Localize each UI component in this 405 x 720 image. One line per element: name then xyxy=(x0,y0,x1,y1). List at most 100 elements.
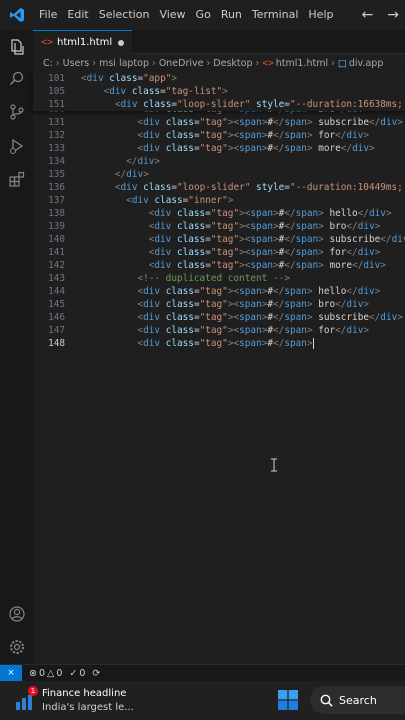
code-token: > xyxy=(397,117,403,128)
code-line[interactable]: 148 <div class="tag"><span>#</span> xyxy=(33,337,405,350)
code-token: span xyxy=(284,325,307,336)
chevron-right-icon: › xyxy=(206,57,211,69)
forward-arrow-icon[interactable]: → xyxy=(387,7,399,23)
code-token: class xyxy=(165,312,194,323)
sticky-code-line[interactable]: 151 <div class="loop-slider" style="--du… xyxy=(33,98,405,111)
run-debug-icon[interactable] xyxy=(0,131,33,161)
account-icon[interactable] xyxy=(0,599,33,629)
code-line[interactable]: 136 <div class="loop-slider" style="--du… xyxy=(33,181,405,194)
code-token: span xyxy=(239,299,262,310)
code-token: "tag" xyxy=(199,117,228,128)
code-token: span xyxy=(284,338,307,349)
news-widget[interactable]: 1 Finance headline India's largest le... xyxy=(14,685,154,717)
code-token: "tag" xyxy=(199,299,228,310)
problems-indicator[interactable]: ⊗ 0 △ 0 xyxy=(29,668,62,679)
code-token: class xyxy=(143,99,172,110)
ports-indicator[interactable]: ✓ 0 xyxy=(69,668,85,679)
code-token: </ xyxy=(335,325,347,336)
element-symbol-icon: □ xyxy=(337,57,347,69)
breadcrumb-desktop[interactable]: Desktop xyxy=(213,58,252,69)
unsaved-dot-icon[interactable] xyxy=(118,39,125,46)
code-line[interactable]: 134 </div> xyxy=(33,155,405,168)
code-line[interactable]: 131 <div class="tag"><span>#</span> subs… xyxy=(33,116,405,129)
menu-terminal[interactable]: Terminal xyxy=(247,0,304,30)
code-line[interactable]: 138 <div class="tag"><span>#</span> hell… xyxy=(33,207,405,220)
code-token: div xyxy=(143,117,161,128)
breadcrumb-user-folder[interactable]: msi laptop xyxy=(99,58,149,69)
code-token: hello xyxy=(312,286,347,297)
remote-window-button[interactable]: ⨯ xyxy=(0,665,22,681)
code-line[interactable]: 140 <div class="tag"><span>#</span> subs… xyxy=(33,233,405,246)
extensions-icon[interactable] xyxy=(0,164,33,194)
settings-gear-icon[interactable] xyxy=(0,632,33,662)
taskbar-search-button[interactable]: Search xyxy=(310,686,405,714)
back-arrow-icon[interactable]: ← xyxy=(362,7,374,23)
code-line[interactable]: 142 <div class="tag"><span>#</span> more… xyxy=(33,259,405,272)
menu-help[interactable]: Help xyxy=(303,0,338,30)
code-text: <div class="loop-slider" style="--durati… xyxy=(81,181,405,194)
code-text: <div class="tag"><span>#</span> bro</div… xyxy=(81,220,381,233)
menu-run[interactable]: Run xyxy=(216,0,247,30)
code-line[interactable]: 143 <!-- duplicated content --> xyxy=(33,272,405,285)
breadcrumb-symbol[interactable]: div.app xyxy=(349,58,383,69)
breadcrumb-drive[interactable]: C: xyxy=(43,58,53,69)
breadcrumb-users[interactable]: Users xyxy=(63,58,90,69)
menu-file[interactable]: File xyxy=(34,0,62,30)
breadcrumb-file[interactable]: html1.html xyxy=(276,58,328,69)
windows-start-icon[interactable] xyxy=(278,690,298,710)
code-token: span xyxy=(284,130,307,141)
source-control-icon[interactable] xyxy=(0,97,33,127)
explorer-icon[interactable] xyxy=(0,32,33,62)
code-token: div xyxy=(357,221,375,232)
code-token: span xyxy=(295,260,319,271)
code-line[interactable]: 147 <div class="tag"><span>#</span> for<… xyxy=(33,324,405,337)
code-token: > xyxy=(385,208,392,219)
code-token: > xyxy=(154,156,161,167)
code-token: class xyxy=(165,299,194,310)
code-token: "tag" xyxy=(199,325,228,336)
live-share-icon[interactable]: ⟳ xyxy=(92,668,100,679)
code-token: </ xyxy=(369,117,381,128)
line-number: 147 xyxy=(48,325,65,336)
code-line[interactable]: 133 <div class="tag"><span>#</span> more… xyxy=(33,142,405,155)
code-line[interactable]: 132 <div class="tag"><span>#</span> for<… xyxy=(33,129,405,142)
tab-label: html1.html xyxy=(57,37,113,48)
code-line[interactable]: 135 </div> xyxy=(33,168,405,181)
code-line[interactable]: 146 <div class="tag"><span>#</span> subs… xyxy=(33,311,405,324)
code-token: bro xyxy=(312,299,336,310)
menu-edit[interactable]: Edit xyxy=(62,0,93,30)
code-line[interactable]: 144 <div class="tag"><span>#</span> hell… xyxy=(33,285,405,298)
code-token: subscribe xyxy=(323,234,381,245)
activity-bar xyxy=(0,30,33,664)
code-token: style xyxy=(256,99,285,110)
code-token: >< xyxy=(239,234,251,245)
code-token: div xyxy=(154,208,172,219)
sticky-code-line[interactable]: 105 <div class="tag-list"> xyxy=(33,85,405,98)
code-token: span xyxy=(250,260,273,271)
tab-html1[interactable]: <> html1.html xyxy=(33,30,133,54)
code-text: <div class="tag-list"> xyxy=(81,85,228,98)
code-token: div xyxy=(346,130,364,141)
code-line[interactable]: 137 <div class="inner"> xyxy=(33,194,405,207)
code-text: </div> xyxy=(81,155,160,168)
code-token: </ xyxy=(273,117,285,128)
line-number: 139 xyxy=(48,221,65,232)
code-line[interactable]: 141 <div class="tag"><span>#</span> for<… xyxy=(33,246,405,259)
search-icon[interactable] xyxy=(0,64,33,94)
menu-view[interactable]: View xyxy=(154,0,190,30)
code-token: div xyxy=(154,260,172,271)
breadcrumb-onedrive[interactable]: OneDrive xyxy=(159,58,204,69)
menu-go[interactable]: Go xyxy=(191,0,216,30)
code-editor[interactable]: 101 <div class="app"> 105 <div class="tag-… xyxy=(33,71,405,664)
sticky-code-line[interactable]: 101 <div class="app"> xyxy=(33,72,405,85)
code-line[interactable]: 139 <div class="tag"><span>#</span> bro<… xyxy=(33,220,405,233)
ports-icon: ✓ xyxy=(69,667,78,679)
line-number: 140 xyxy=(48,234,65,245)
ports-count: 0 xyxy=(79,667,86,679)
menu-selection[interactable]: Selection xyxy=(94,0,155,30)
code-line[interactable]: 145 <div class="tag"><span>#</span> bro<… xyxy=(33,298,405,311)
warning-count: 0 xyxy=(56,667,63,679)
code-token: class xyxy=(176,234,206,245)
